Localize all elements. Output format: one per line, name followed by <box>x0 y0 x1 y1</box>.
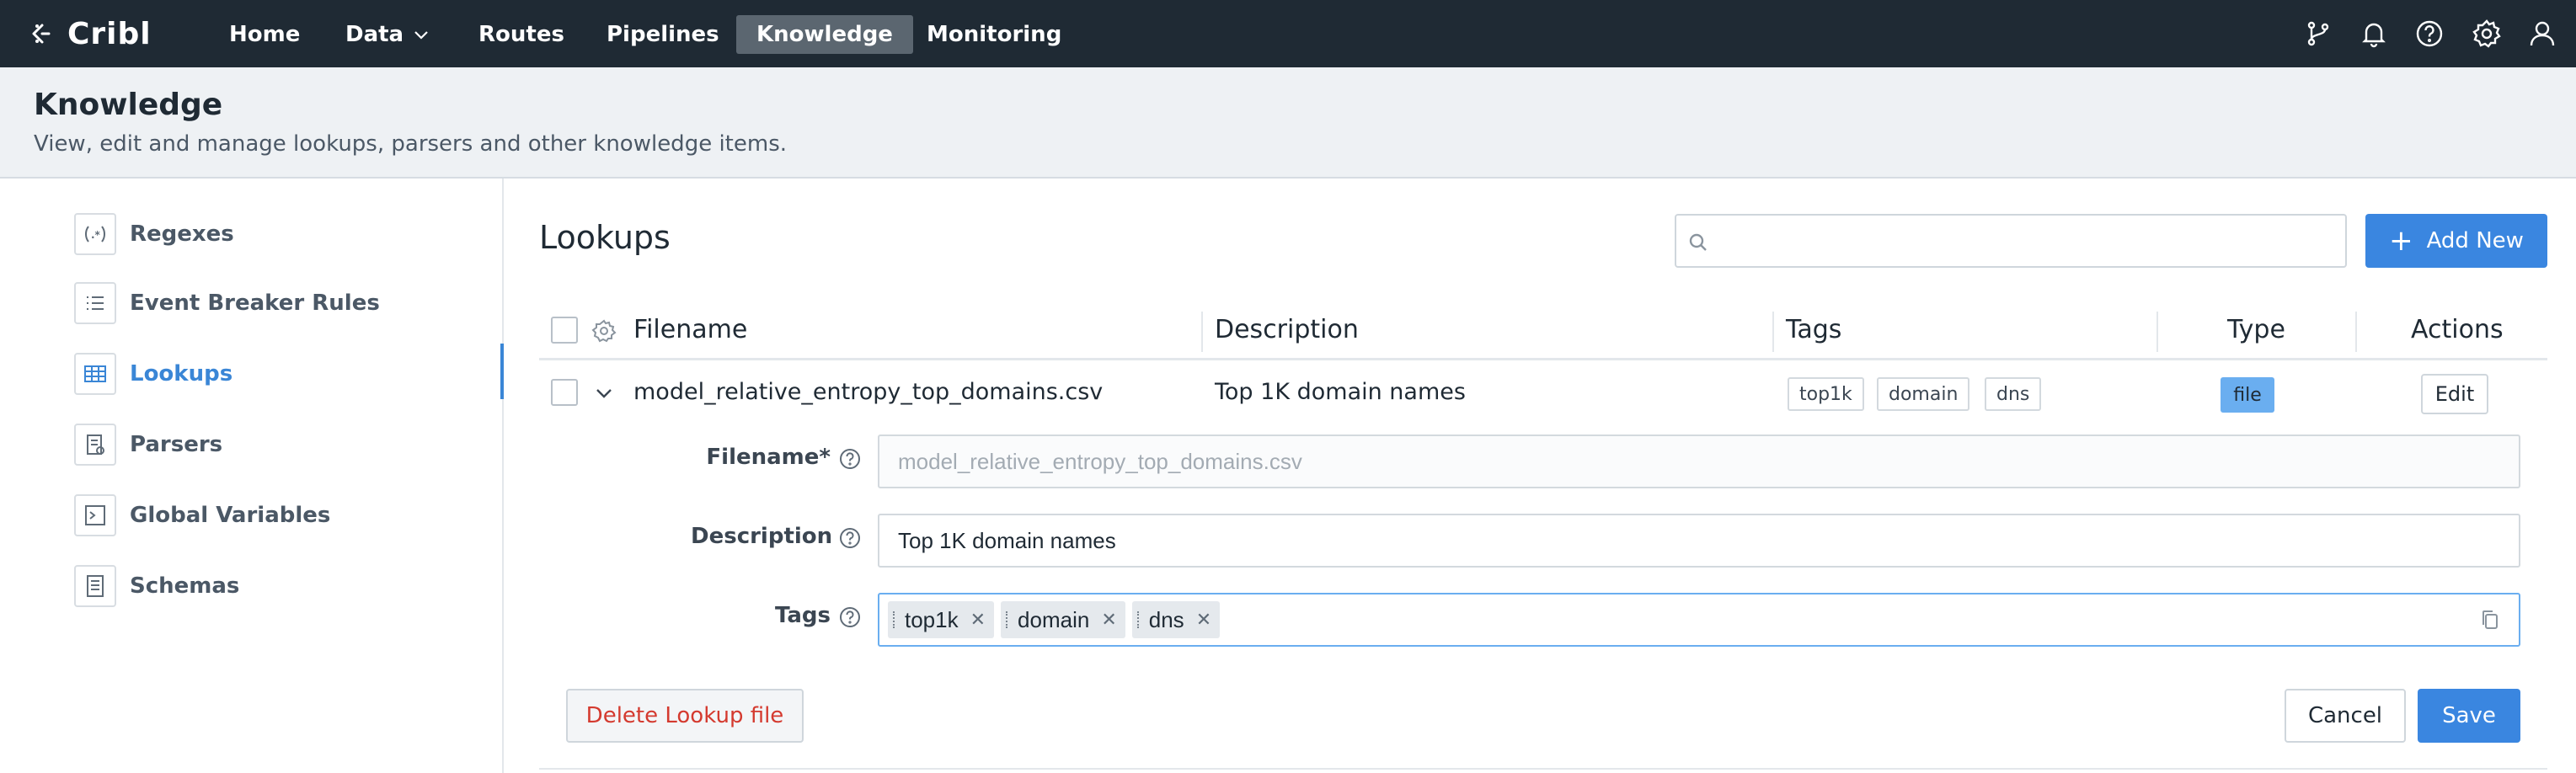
nav-data[interactable]: Data <box>325 15 451 54</box>
cribl-logo-icon <box>32 24 51 44</box>
sidebar-item-global-variables[interactable]: Global Variables <box>74 493 330 537</box>
help-icon[interactable] <box>839 527 861 549</box>
sidebar: .* Regexes Event Breaker Rules Lookups P… <box>0 179 504 773</box>
copy-icon[interactable] <box>2478 608 2502 632</box>
chevron-down-icon <box>414 31 428 40</box>
row-tag: domain <box>1877 377 1970 411</box>
sidebar-item-schemas[interactable]: Schemas <box>74 564 239 608</box>
sidebar-item-label: Event Breaker Rules <box>130 291 380 316</box>
close-icon[interactable]: ✕ <box>1101 609 1116 631</box>
sidebar-item-label: Schemas <box>130 573 240 599</box>
column-header-filename[interactable]: Filename <box>633 315 747 344</box>
filename-field[interactable]: model_relative_entropy_top_domains.csv <box>878 434 2520 488</box>
row-filename: model_relative_entropy_top_domains.csv <box>633 379 1104 405</box>
tag-chip[interactable]: top1k ✕ <box>888 601 995 638</box>
type-badge: file <box>2221 377 2274 413</box>
edit-button[interactable]: Edit <box>2421 374 2488 414</box>
sidebar-item-lookups[interactable]: Lookups <box>74 352 232 396</box>
table-icon <box>74 353 116 395</box>
parser-icon <box>74 424 116 466</box>
add-new-button[interactable]: + Add New <box>2365 214 2547 268</box>
drag-handle-icon[interactable] <box>1136 611 1142 628</box>
page-subtitle: View, edit and manage lookups, parsers a… <box>34 131 788 157</box>
sidebar-item-event-breaker-rules[interactable]: Event Breaker Rules <box>74 281 380 325</box>
plus-icon: + <box>2389 224 2413 258</box>
column-settings-gear-icon[interactable] <box>591 318 617 344</box>
delete-lookup-button[interactable]: Delete Lookup file <box>566 689 804 743</box>
nav-monitoring[interactable]: Monitoring <box>906 15 1082 54</box>
table-header: Filename Description Tags Type Actions <box>539 303 2547 360</box>
row-tag: dns <box>1985 377 2042 411</box>
git-branch-icon[interactable] <box>2301 17 2335 51</box>
tags-label: Tags <box>774 603 831 628</box>
gear-icon[interactable] <box>2470 17 2504 51</box>
logo-text: Cribl <box>67 16 152 51</box>
drag-handle-icon[interactable] <box>1006 611 1011 628</box>
description-label: Description <box>691 524 833 549</box>
tag-chip[interactable]: dns ✕ <box>1131 601 1221 638</box>
drag-handle-icon[interactable] <box>893 611 898 628</box>
terminal-icon <box>74 494 116 536</box>
nav-data-label: Data <box>345 22 404 47</box>
sidebar-item-parsers[interactable]: Parsers <box>74 423 222 466</box>
column-divider <box>2355 312 2357 352</box>
add-new-label: Add New <box>2426 228 2524 253</box>
nav-knowledge[interactable]: Knowledge <box>736 15 913 54</box>
nav-routes[interactable]: Routes <box>458 15 585 54</box>
column-header-actions: Actions <box>2411 315 2504 344</box>
column-header-tags[interactable]: Tags <box>1786 315 1841 344</box>
row-description: Top 1K domain names <box>1215 379 1466 405</box>
tag-chip-label: dns <box>1148 606 1184 632</box>
sidebar-item-label: Regexes <box>130 221 234 247</box>
divider <box>539 768 2547 770</box>
page-title: Knowledge <box>34 88 223 122</box>
save-button[interactable]: Save <box>2418 689 2520 743</box>
help-icon[interactable] <box>839 606 861 628</box>
sidebar-active-indicator <box>500 344 504 399</box>
cancel-button[interactable]: Cancel <box>2285 689 2406 743</box>
column-divider <box>1772 312 1774 352</box>
svg-text:.*: .* <box>91 229 101 241</box>
nav-home[interactable]: Home <box>209 15 320 54</box>
nav-pipelines[interactable]: Pipelines <box>586 15 740 54</box>
bell-icon[interactable] <box>2357 17 2391 51</box>
user-icon[interactable] <box>2525 17 2559 51</box>
search-icon <box>1689 233 1707 251</box>
row-tag: top1k <box>1788 377 1864 411</box>
sidebar-item-label: Lookups <box>130 361 233 386</box>
cribl-logo[interactable]: Cribl <box>30 13 152 54</box>
tag-chip-label: domain <box>1018 606 1090 632</box>
list-icon <box>74 282 116 324</box>
page-header: Knowledge View, edit and manage lookups,… <box>0 67 2576 179</box>
close-icon[interactable]: ✕ <box>970 609 986 631</box>
column-header-description[interactable]: Description <box>1215 315 1359 344</box>
column-divider <box>2156 312 2158 352</box>
tag-chip-label: top1k <box>905 606 959 632</box>
help-icon[interactable] <box>839 448 861 470</box>
filename-label: Filename* <box>706 445 831 470</box>
column-header-type[interactable]: Type <box>2227 315 2285 344</box>
close-icon[interactable]: ✕ <box>1196 609 1211 631</box>
regex-icon: .* <box>74 213 116 255</box>
tags-field[interactable]: top1k ✕ domain ✕ dns ✕ <box>878 593 2520 647</box>
sidebar-item-label: Parsers <box>130 432 223 457</box>
help-icon[interactable] <box>2413 17 2446 51</box>
top-nav: Cribl Home Data Routes Pipelines Knowled… <box>0 0 2576 67</box>
select-all-checkbox[interactable] <box>551 317 578 344</box>
schema-icon <box>74 565 116 607</box>
column-divider <box>1201 312 1203 352</box>
description-field[interactable]: Top 1K domain names <box>878 514 2520 568</box>
sidebar-item-regexes[interactable]: .* Regexes <box>74 212 234 256</box>
section-title: Lookups <box>539 219 671 256</box>
tag-chip[interactable]: domain ✕ <box>1001 601 1125 638</box>
search-input[interactable] <box>1675 214 2347 268</box>
row-checkbox[interactable] <box>551 379 578 406</box>
chevron-down-icon[interactable] <box>593 382 615 404</box>
sidebar-item-label: Global Variables <box>130 503 331 528</box>
